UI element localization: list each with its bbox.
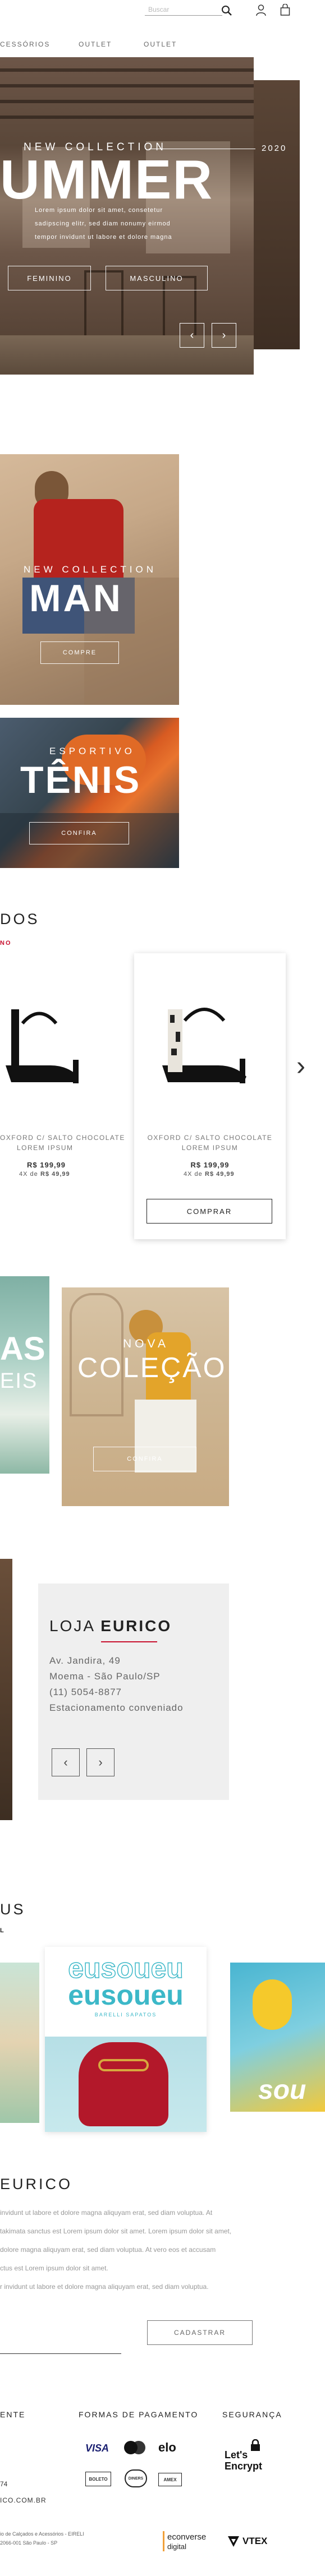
store-address: Av. Jandira, 49 (49, 1655, 121, 1666)
footer-security-heading: SEGURANÇA (222, 2410, 282, 2419)
collection-button[interactable]: CONFIRA (93, 1447, 196, 1471)
social-post-1[interactable] (0, 1963, 39, 2123)
cart-icon[interactable] (280, 3, 290, 16)
promo-man-button[interactable]: COMPRE (40, 641, 119, 664)
newsletter-text-5: r invidunt ut labore et dolore magna ali… (0, 2283, 209, 2291)
footer-legal-1: io de Calçados e Acessórios - EIRELI (0, 2531, 84, 2537)
elo-icon: elo (158, 2440, 176, 2454)
product-price-1: R$ 199,99 (27, 1161, 66, 1169)
search-field[interactable]: Buscar (145, 3, 222, 16)
social-post-2-text-2: eusoueu (68, 1979, 184, 2011)
promo-tenis-title: TÊNIS (20, 759, 141, 801)
econverse-name: econverse (167, 2532, 207, 2542)
diners-icon: DINERS (125, 2469, 147, 2487)
newsletter-text-2: takimata sanctus est Lorem ipsum dolor s… (0, 2227, 232, 2235)
hero-background-image (250, 80, 300, 349)
buy-button[interactable]: COMPRAR (147, 1199, 272, 1224)
product-installment-2: R$ 49,99 (205, 1171, 235, 1178)
feminine-button[interactable]: FEMININO (8, 266, 91, 290)
footer-phone: 74 (0, 2480, 8, 2488)
masculine-button[interactable]: MASCULINO (106, 266, 208, 290)
product-name-1[interactable]: OXFORD C/ SALTO CHOCOLATE (0, 1133, 125, 1143)
vtex-logo[interactable]: VTEX (227, 2533, 267, 2550)
hero-body-3: tempor invidunt ut labore et dolore magn… (35, 234, 172, 241)
social-shoe-image (79, 2042, 168, 2126)
store-image-left (0, 1559, 12, 1820)
collection-kicker: NOVA (123, 1337, 169, 1350)
product-card-1[interactable]: OXFORD C/ SALTO CHOCOLATE LOREM IPSUM R$… (0, 953, 124, 1239)
hero-body-2: sadipscing elitr, sed diam nonumy eirmod (35, 220, 171, 227)
product-name-2-line2: LOREM IPSUM (181, 1144, 239, 1152)
products-next-arrow[interactable]: › (291, 1053, 311, 1080)
newsletter-text-3: dolore magna aliquyam erat, sed diam vol… (0, 2246, 216, 2254)
nav-item-outlet-2[interactable]: OUTLET (144, 40, 177, 48)
social-heading: US (0, 1901, 26, 1918)
products-subheading: NO (0, 940, 12, 947)
vtex-name: VTEX (242, 2536, 268, 2546)
store-city: Moema - São Paulo/SP (49, 1671, 161, 1682)
product-image-2[interactable] (151, 992, 269, 1088)
product-installment-prefix-2: 4X de (184, 1171, 203, 1178)
store-title: LOJA EURICO (49, 1617, 172, 1635)
collection-title: COLEÇÃO (77, 1352, 227, 1383)
store-next-button[interactable]: › (86, 1748, 115, 1776)
social-post-3[interactable]: sou (230, 1963, 325, 2112)
social-post-2-sub: BARELLI SAPATOS (94, 2012, 157, 2018)
store-parking: Estacionamento conveniado (49, 1702, 184, 1713)
social-subheading: L (0, 1927, 4, 1934)
mastercard-icon: ●● (122, 2440, 147, 2455)
newsletter-submit-button[interactable]: CADASTRAR (147, 2320, 253, 2345)
lets-encrypt-icon: Let's Encrypt (225, 2439, 269, 2473)
store-prev-button[interactable]: ‹ (52, 1748, 80, 1776)
footer-payment-heading: FORMAS DE PAGAMENTO (79, 2410, 199, 2419)
footer-email[interactable]: ICO.COM.BR (0, 2496, 47, 2504)
hero-title: UMMER (0, 149, 214, 210)
hero-year: 2020 (262, 144, 287, 153)
store-title-light: LOJA (49, 1617, 95, 1635)
product-installment-prefix-1: 4X de (19, 1171, 38, 1178)
newsletter-email-input[interactable] (0, 2338, 121, 2354)
footer-legal-2: 2066-001 São Paulo - SP (0, 2540, 58, 2546)
search-icon[interactable] (221, 5, 232, 16)
account-icon[interactable] (255, 4, 267, 16)
search-input[interactable]: Buscar (148, 6, 169, 13)
product-image-1[interactable] (0, 992, 101, 1088)
products-heading: DOS (0, 911, 40, 927)
econverse-logo[interactable]: econverse digital (163, 2531, 217, 2554)
hero-body-1: Lorem ipsum dolor sit amet, consetetur (35, 207, 163, 214)
product-name-2[interactable]: OXFORD C/ SALTO CHOCOLATE (134, 1133, 286, 1143)
social-post-2[interactable]: eusoueu eusoueu BARELLI SAPATOS (45, 1947, 207, 2132)
hero-prev-button[interactable]: ‹ (180, 323, 204, 348)
boleto-icon: BOLETO (85, 2472, 111, 2486)
visa-icon: VISA (85, 2443, 109, 2454)
store-phone[interactable]: (11) 5054-8877 (49, 1687, 122, 1698)
store-title-underline (101, 1641, 157, 1642)
store-title-bold: EURICO (100, 1617, 172, 1635)
product-name-1-line2: LOREM IPSUM (17, 1144, 74, 1152)
newsletter-heading: EURICO (0, 2176, 73, 2192)
newsletter-text-4: ctus est Lorem ipsum dolor sit amet. (0, 2264, 108, 2272)
footer-col1-heading: ENTE (0, 2410, 26, 2419)
econverse-sub: digital (167, 2542, 186, 2551)
promo-man-kicker: NEW COLLECTION (24, 564, 157, 575)
product-card-2[interactable]: OXFORD C/ SALTO CHOCOLATE LOREM IPSUM R$… (134, 953, 286, 1239)
product-installment-1: R$ 49,99 (40, 1171, 70, 1178)
lets-encrypt-line-1: Let's (225, 2449, 248, 2460)
social-post-3-text: sou (258, 2075, 306, 2105)
lets-encrypt-line-2: Encrypt (225, 2460, 263, 2472)
promo-tenis-kicker: ESPORTIVO (49, 746, 135, 756)
newsletter-text-1: invidunt ut labore et dolore magna aliqu… (0, 2209, 213, 2217)
promo-tenis-button[interactable]: CONFIRA (29, 822, 129, 844)
product-price-2: R$ 199,99 (190, 1161, 230, 1169)
collection-image[interactable] (62, 1287, 229, 1506)
promo-man-title: MAN (29, 577, 123, 620)
nav-item-outlet[interactable]: OUTLET (79, 40, 112, 48)
collection-left-title-1: AS (0, 1331, 45, 1367)
hero-next-button[interactable]: › (212, 323, 236, 348)
amex-icon: AMEX (158, 2473, 182, 2486)
nav-item-accessories[interactable]: CESSÓRIOS (0, 40, 50, 48)
collection-image-left[interactable]: AS EIS (0, 1276, 49, 1474)
collection-left-title-2: EIS (0, 1369, 38, 1393)
